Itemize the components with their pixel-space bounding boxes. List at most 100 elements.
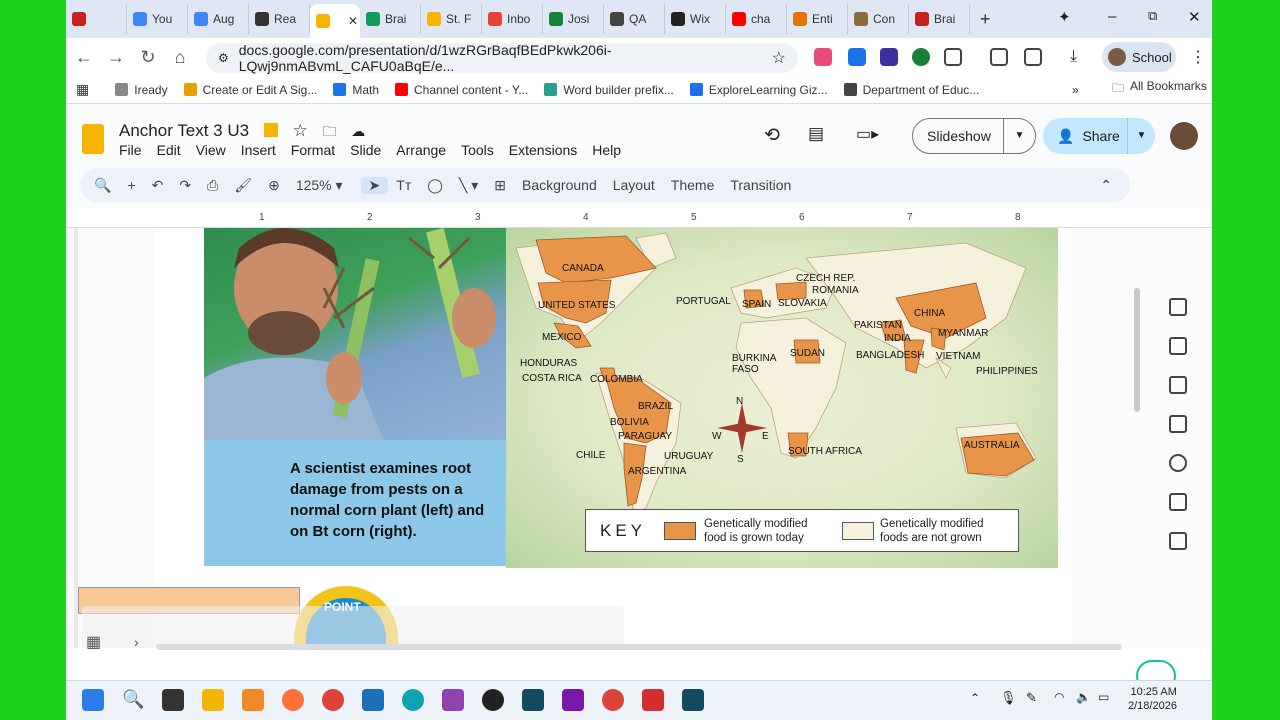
- close-tab-icon[interactable]: ✕: [348, 14, 358, 28]
- browser-tab[interactable]: cha: [726, 4, 787, 34]
- pen-icon[interactable]: ✎: [1026, 690, 1037, 706]
- collapse-toolbar-icon[interactable]: ⌃: [1100, 177, 1112, 194]
- bookmark-item[interactable]: Create or Edit A Sig...: [183, 83, 317, 97]
- transition-button[interactable]: Transition: [722, 177, 799, 193]
- text-box-icon[interactable]: Tт: [388, 177, 419, 193]
- bookmark-star-icon[interactable]: ☆: [772, 48, 786, 68]
- notes-icon[interactable]: [1169, 298, 1187, 316]
- bookmark-item[interactable]: Iready: [115, 83, 168, 97]
- app-icon[interactable]: [242, 689, 264, 711]
- browser-tab[interactable]: Enti: [787, 4, 848, 34]
- app-icon[interactable]: [442, 689, 464, 711]
- menu-slide[interactable]: Slide: [350, 142, 381, 158]
- extensions-puzzle-icon[interactable]: [944, 48, 962, 66]
- kebab-menu-icon[interactable]: ⋮: [1190, 47, 1206, 67]
- minimize-button[interactable]: –: [1108, 8, 1116, 25]
- video-icon[interactable]: [1169, 493, 1187, 511]
- clock[interactable]: 10:25 AM 2/18/2026: [1128, 685, 1177, 713]
- star-icon[interactable]: ☆: [293, 121, 308, 140]
- select-tool-icon[interactable]: ➤: [360, 176, 389, 194]
- browser-tab[interactable]: Inbo: [482, 4, 543, 34]
- browser-tab[interactable]: Brai: [909, 4, 970, 34]
- cast-icon[interactable]: [990, 48, 1008, 66]
- bookmarks-overflow-icon[interactable]: »: [1072, 83, 1079, 97]
- background-button[interactable]: Background: [514, 177, 605, 193]
- horizontal-scrollbar[interactable]: [156, 644, 1122, 650]
- meet-icon[interactable]: ▭▸: [856, 124, 879, 144]
- browser-tab[interactable]: Rea: [249, 4, 310, 34]
- app-icon[interactable]: [682, 689, 704, 711]
- record-icon[interactable]: [1169, 454, 1187, 472]
- address-input[interactable]: ⚙ docs.google.com/presentation/d/1wzRGrB…: [206, 42, 798, 74]
- layout-button[interactable]: Layout: [605, 177, 663, 193]
- vertical-scrollbar[interactable]: [1134, 288, 1140, 412]
- share-button[interactable]: 👤 Share ▼: [1043, 118, 1155, 154]
- slides-badge-icon[interactable]: [263, 123, 278, 137]
- app-icon[interactable]: [482, 689, 504, 711]
- onenote-icon[interactable]: [562, 689, 584, 711]
- app-icon[interactable]: [362, 689, 384, 711]
- version-history-icon[interactable]: ⟲: [764, 124, 780, 147]
- zoom-select[interactable]: 125% ▾: [288, 177, 351, 194]
- cloud-status-icon[interactable]: ☁: [351, 123, 365, 139]
- browser-tab[interactable]: QA: [604, 4, 665, 34]
- play-icon[interactable]: [1169, 532, 1187, 550]
- browser-tab[interactable]: Aug: [188, 4, 249, 34]
- bookmark-item[interactable]: Math: [333, 83, 379, 97]
- folder-icon[interactable]: [1169, 415, 1187, 433]
- print-icon[interactable]: ⎙: [199, 177, 226, 194]
- home-icon[interactable]: ⌂: [164, 47, 196, 68]
- file-explorer-icon[interactable]: [202, 689, 224, 711]
- menu-file[interactable]: File: [119, 142, 142, 158]
- browser-tab[interactable]: Josi: [543, 4, 604, 34]
- browser-tab[interactable]: You: [127, 4, 188, 34]
- mic-icon[interactable]: 🎙: [1000, 690, 1017, 706]
- undo-icon[interactable]: ↶: [144, 177, 172, 194]
- share-dropdown-icon[interactable]: ▼: [1127, 118, 1155, 154]
- browser-tab[interactable]: Con: [848, 4, 909, 34]
- contacts-icon[interactable]: [1169, 376, 1187, 394]
- reload-icon[interactable]: ↻: [132, 47, 164, 68]
- browser-tab[interactable]: St. F: [421, 4, 482, 34]
- redo-icon[interactable]: ↷: [171, 177, 199, 194]
- browser-tab[interactable]: Wix: [665, 4, 726, 34]
- shape-icon[interactable]: ◯: [419, 177, 451, 194]
- extension-icon[interactable]: [848, 48, 866, 66]
- battery-icon[interactable]: ▭: [1098, 690, 1109, 704]
- menu-edit[interactable]: Edit: [157, 142, 181, 158]
- app-icon[interactable]: [522, 689, 544, 711]
- menu-format[interactable]: Format: [291, 142, 335, 158]
- gemini-icon[interactable]: ✦: [1058, 8, 1071, 26]
- volume-icon[interactable]: 🔈: [1076, 690, 1091, 704]
- menu-arrange[interactable]: Arrange: [396, 142, 446, 158]
- filmstrip-expand-icon[interactable]: ›: [134, 634, 139, 650]
- account-avatar[interactable]: [1170, 122, 1198, 150]
- taskview-icon[interactable]: [162, 689, 184, 711]
- menu-tools[interactable]: Tools: [461, 142, 494, 158]
- download-icon[interactable]: ⤓: [1070, 48, 1088, 66]
- screenshot-icon[interactable]: [1024, 48, 1042, 66]
- chrome-icon[interactable]: [322, 689, 344, 711]
- apps-grid-icon[interactable]: ▦: [76, 81, 89, 98]
- paint-format-icon[interactable]: 🖌: [226, 177, 260, 194]
- bookmark-item[interactable]: Channel content - Y...: [395, 83, 528, 97]
- menu-view[interactable]: View: [196, 142, 226, 158]
- app-icon[interactable]: [402, 689, 424, 711]
- slideshow-button[interactable]: Slideshow ▼: [912, 118, 1036, 154]
- chrome-icon[interactable]: [602, 689, 624, 711]
- slideshow-dropdown-icon[interactable]: ▼: [1003, 119, 1035, 153]
- all-bookmarks[interactable]: 🗀 All Bookmarks: [1112, 79, 1207, 100]
- acrobat-icon[interactable]: [642, 689, 664, 711]
- bookmark-item[interactable]: ExploreLearning Giz...: [689, 83, 828, 97]
- wifi-icon[interactable]: ◠: [1054, 690, 1064, 704]
- start-icon[interactable]: [82, 689, 104, 711]
- browser-tab[interactable]: [66, 4, 127, 34]
- search-icon[interactable]: 🔍: [122, 689, 144, 711]
- zoom-icon[interactable]: ⊕: [260, 177, 288, 194]
- bookmark-item[interactable]: Word builder prefix...: [544, 83, 674, 97]
- menu-extensions[interactable]: Extensions: [509, 142, 577, 158]
- maximize-button[interactable]: ⧉: [1148, 8, 1157, 24]
- move-folder-icon[interactable]: 🗀: [323, 123, 337, 139]
- grid-view-icon[interactable]: ▦: [86, 632, 110, 656]
- theme-button[interactable]: Theme: [663, 177, 723, 193]
